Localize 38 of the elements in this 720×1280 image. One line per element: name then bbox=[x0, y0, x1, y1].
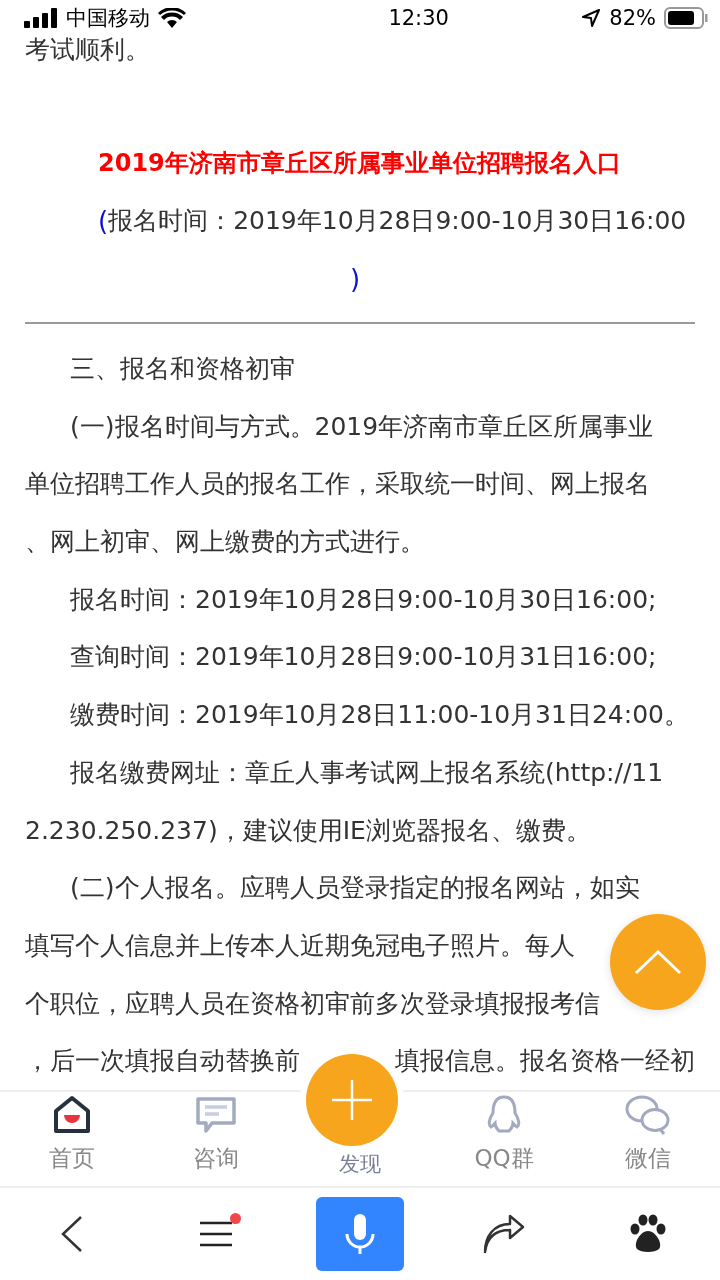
location-arrow-icon bbox=[581, 8, 602, 28]
text-line: ，后一次填报自动替换前 bbox=[25, 1045, 300, 1078]
text-line: 个职位，应聘人员在资格初审前多次登录填报报考信 bbox=[25, 987, 600, 1020]
text-line: 报名缴费网址：章丘人事考试网上报名系统(http://11 bbox=[70, 756, 664, 789]
text-line: 缴费时间：2019年10月28日11:00-10月31日24:00。 bbox=[70, 699, 689, 732]
text-line: (一)报名时间与方式。2019年济南市章丘区所属事业 bbox=[70, 410, 654, 443]
clock-time: 12:30 bbox=[388, 6, 449, 30]
plus-icon bbox=[330, 1078, 374, 1122]
tab-label[interactable]: 咨询 bbox=[193, 1143, 239, 1174]
signal-icon bbox=[24, 8, 58, 28]
text-line: 三、报名和资格初审 bbox=[70, 353, 295, 385]
bracket-text: ( bbox=[98, 205, 109, 238]
tab-label[interactable]: 发现 bbox=[339, 1150, 381, 1178]
carrier-name: 中国移动 bbox=[66, 5, 150, 32]
text-line: 报名时间：2019年10月28日9:00-10月30日16:00; bbox=[70, 583, 657, 616]
text-line: 、网上初审、网上缴费的方式进行。 bbox=[25, 526, 425, 559]
text-line: (二)个人报名。应聘人员登录指定的报名网站，如实 bbox=[70, 872, 640, 905]
battery-icon bbox=[664, 7, 708, 29]
tab-label[interactable]: 微信 bbox=[625, 1143, 671, 1174]
text-line: 查询时间：2019年10月28日9:00-10月31日16:00; bbox=[70, 641, 657, 674]
bracket-text: ) bbox=[350, 263, 361, 296]
tab-label[interactable]: QQ群 bbox=[474, 1143, 534, 1174]
text-line: 填报信息。报名资格一经初 bbox=[395, 1045, 695, 1078]
voice-search-button[interactable] bbox=[316, 1197, 404, 1271]
microphone-icon bbox=[343, 1212, 377, 1256]
battery-percent: 82% bbox=[609, 6, 656, 30]
text-line: 2.230.250.237)，建议使用IE浏览器报名、缴费。 bbox=[25, 814, 591, 847]
text-line: 填写个人信息并上传本人近期免冠电子照片。每人 bbox=[25, 929, 575, 962]
chevron-up-icon bbox=[633, 948, 683, 976]
registration-link[interactable]: 2019年济南市章丘区所属事业单位招聘报名入口 bbox=[98, 134, 695, 192]
wifi-icon bbox=[158, 8, 186, 28]
tab-label[interactable]: 首页 bbox=[49, 1143, 95, 1174]
paw-icon bbox=[628, 1214, 668, 1254]
paragraph-text: 考试顺利。 bbox=[25, 36, 151, 64]
time-text: 报名时间：2019年10月28日9:00-10月30日16:00 bbox=[108, 205, 687, 237]
text-line: 单位招聘工作人员的报名工作，采取统一时间、网上报名 bbox=[25, 468, 650, 501]
share-icon bbox=[482, 1214, 526, 1254]
back-icon bbox=[60, 1215, 84, 1253]
